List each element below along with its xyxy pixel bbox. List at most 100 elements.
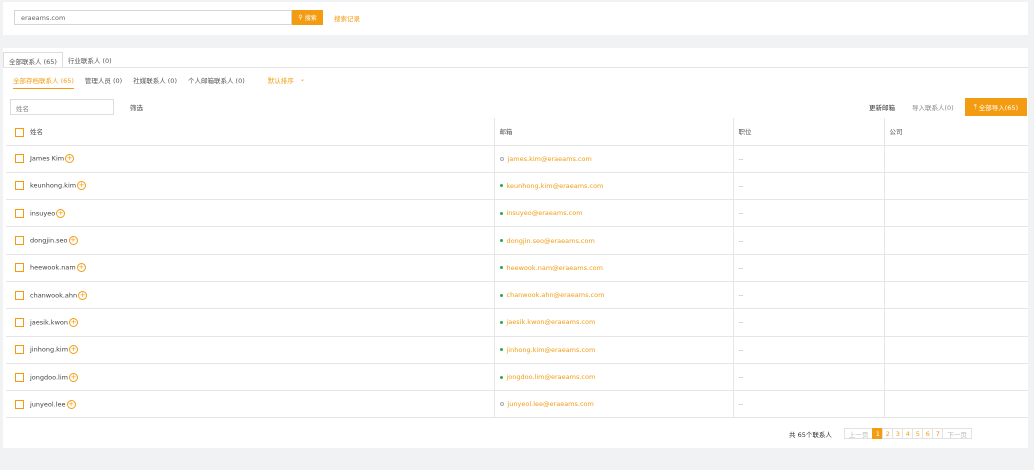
row-checkbox[interactable] — [15, 345, 24, 355]
search-history-link[interactable]: 搜索记录 — [334, 13, 360, 23]
company-cell — [883, 308, 1028, 337]
update-email-button[interactable]: 更新邮箱 — [869, 102, 895, 112]
position-column-header: 职位 — [732, 118, 884, 146]
company-cell — [883, 363, 1028, 392]
table-row[interactable]: jaesik.kwon + jaesik.kwon@eraeams.com -- — [6, 308, 1028, 337]
position-cell: -- — [732, 254, 884, 282]
add-contact-icon[interactable]: + — [69, 372, 79, 382]
add-contact-icon[interactable]: + — [69, 317, 78, 327]
position-cell: -- — [732, 172, 884, 201]
contact-email[interactable]: jinhong.kim@eraeams.com — [507, 346, 596, 354]
company-cell — [883, 336, 1028, 364]
row-checkbox[interactable] — [15, 236, 24, 246]
tab-archived-contacts[interactable]: 全部存档联系人 (65) — [13, 75, 74, 89]
contacts-table: 姓名 邮箱 职位 公司 James Kim + james.kim@eraeams.… — [6, 118, 1028, 419]
search-bar: eraeams.com ⚲ 搜索 搜索记录 — [3, 2, 1028, 35]
total-count: 共 65个联系人 — [789, 430, 832, 439]
row-checkbox[interactable] — [15, 317, 24, 327]
search-button[interactable]: ⚲ 搜索 — [292, 10, 323, 25]
name-cell: junyeol.lee + — [6, 390, 494, 419]
search-icon: ⚲ — [298, 14, 303, 21]
pagination: 共 65个联系人 上一页 1234567 下一页 — [789, 428, 972, 439]
import-all-button[interactable]: ⤒ 全部导入(65) — [965, 98, 1027, 116]
email-cell: keunhong.kim@eraeams.com — [493, 172, 733, 201]
contact-email[interactable]: jongdoo.lim@eraeams.com — [507, 373, 596, 381]
table-row[interactable]: junyeol.lee + junyeol.lee@eraeams.com -- — [6, 390, 1028, 419]
tab-managers[interactable]: 管理人员 (0) — [85, 75, 122, 89]
table-row[interactable]: dongjin.seo + dongjin.seo@eraeams.com -- — [6, 226, 1028, 255]
table-row[interactable]: heewook.nam + heewook.nam@eraeams.com -- — [6, 254, 1028, 282]
tab-divider — [3, 67, 1028, 68]
tab-social-contacts[interactable]: 社媒联系人 (0) — [133, 75, 177, 89]
add-contact-icon[interactable]: + — [68, 236, 78, 246]
contact-name: jinhong.kim — [30, 345, 69, 354]
contact-email[interactable]: chanwook.ahn@eraeams.com — [507, 291, 605, 299]
search-input[interactable]: eraeams.com — [14, 10, 292, 25]
row-checkbox[interactable] — [15, 372, 24, 382]
row-checkbox[interactable] — [15, 290, 24, 300]
position-cell: -- — [732, 226, 884, 255]
row-checkbox[interactable] — [15, 399, 24, 409]
add-contact-icon[interactable]: + — [77, 181, 87, 191]
contact-name: chanwook.ahn — [30, 291, 78, 300]
table-row[interactable]: jinhong.kim + jinhong.kim@eraeams.com -- — [6, 336, 1028, 364]
table-row[interactable]: jongdoo.lim + jongdoo.lim@eraeams.com -- — [6, 363, 1028, 392]
contact-email[interactable]: junyeol.lee@eraeams.com — [508, 400, 594, 408]
name-cell: insuyeo + — [6, 199, 494, 228]
secondary-tabs: 全部存档联系人 (65) 管理人员 (0) 社媒联系人 (0) 个人邮箱联系人 … — [13, 75, 305, 89]
chevron-down-icon[interactable]: ⌄ — [300, 75, 305, 89]
email-cell: insuyeo@eraeams.com — [493, 199, 733, 228]
page-numbers: 1234567 — [872, 428, 944, 439]
add-contact-icon[interactable]: + — [56, 208, 66, 218]
tab-all-contacts[interactable]: 全部联系人 (65) — [3, 52, 63, 68]
contact-email[interactable]: dongjin.seo@eraeams.com — [507, 237, 595, 245]
contact-email[interactable]: heewook.nam@eraeams.com — [507, 264, 603, 272]
email-status-icon — [499, 320, 503, 324]
email-status-icon — [499, 239, 503, 243]
import-contacts-button[interactable]: 导入联系人(0) — [912, 102, 954, 112]
position-cell: -- — [732, 390, 884, 419]
company-cell — [883, 145, 1028, 173]
email-column-header: 邮箱 — [493, 118, 733, 146]
add-contact-icon[interactable]: + — [66, 399, 76, 409]
import-icon: ⤒ — [973, 102, 977, 111]
email-cell: heewook.nam@eraeams.com — [493, 254, 733, 282]
select-all-checkbox[interactable] — [15, 127, 24, 137]
table-row[interactable]: insuyeo + insuyeo@eraeams.com -- — [6, 199, 1028, 228]
contact-name: jaesik.kwon — [30, 318, 68, 327]
add-contact-icon[interactable]: + — [76, 263, 86, 273]
row-checkbox[interactable] — [15, 154, 24, 164]
email-cell: jaesik.kwon@eraeams.com — [493, 308, 733, 337]
prev-page-button[interactable]: 上一页 — [843, 428, 874, 439]
contact-email[interactable]: james.kim@eraeams.com — [508, 155, 592, 163]
email-status-icon — [499, 156, 504, 161]
contact-email[interactable]: jaesik.kwon@eraeams.com — [507, 318, 596, 326]
tab-personal-email-contacts[interactable]: 个人邮箱联系人 (0) — [188, 75, 245, 89]
sort-dropdown[interactable]: 默认排序 — [268, 75, 294, 89]
name-cell: dongjin.seo + — [6, 226, 494, 255]
add-contact-icon[interactable]: + — [65, 154, 75, 164]
table-row[interactable]: keunhong.kim + keunhong.kim@eraeams.com -- — [6, 172, 1028, 201]
next-page-button[interactable]: 下一页 — [942, 428, 972, 439]
search-button-label: 搜索 — [304, 15, 317, 22]
contacts-panel: 全部联系人 (65) 行业联系人 (0) 全部存档联系人 (65) 管理人员 (… — [3, 48, 1028, 448]
position-cell: -- — [732, 199, 884, 228]
row-checkbox[interactable] — [15, 208, 24, 218]
email-status-icon — [499, 293, 503, 297]
add-contact-icon[interactable]: + — [78, 290, 88, 300]
contact-email[interactable]: insuyeo@eraeams.com — [507, 209, 583, 217]
row-checkbox[interactable] — [15, 181, 24, 191]
email-status-icon — [499, 402, 504, 407]
tab-industry-contacts[interactable]: 行业联系人 (0) — [63, 52, 117, 68]
table-row[interactable]: chanwook.ahn + chanwook.ahn@eraeams.com -- — [6, 281, 1028, 310]
contact-email[interactable]: keunhong.kim@eraeams.com — [507, 182, 604, 190]
position-cell: -- — [732, 363, 884, 392]
name-filter-input[interactable]: 姓名 — [10, 99, 114, 115]
contact-name: insuyeo — [30, 209, 56, 218]
row-checkbox[interactable] — [15, 263, 24, 273]
add-contact-icon[interactable]: + — [69, 345, 79, 355]
table-row[interactable]: James Kim + james.kim@eraeams.com -- — [6, 145, 1028, 173]
company-cell — [883, 226, 1028, 255]
filter-button[interactable]: 筛选 — [130, 102, 143, 112]
company-cell — [883, 281, 1028, 310]
